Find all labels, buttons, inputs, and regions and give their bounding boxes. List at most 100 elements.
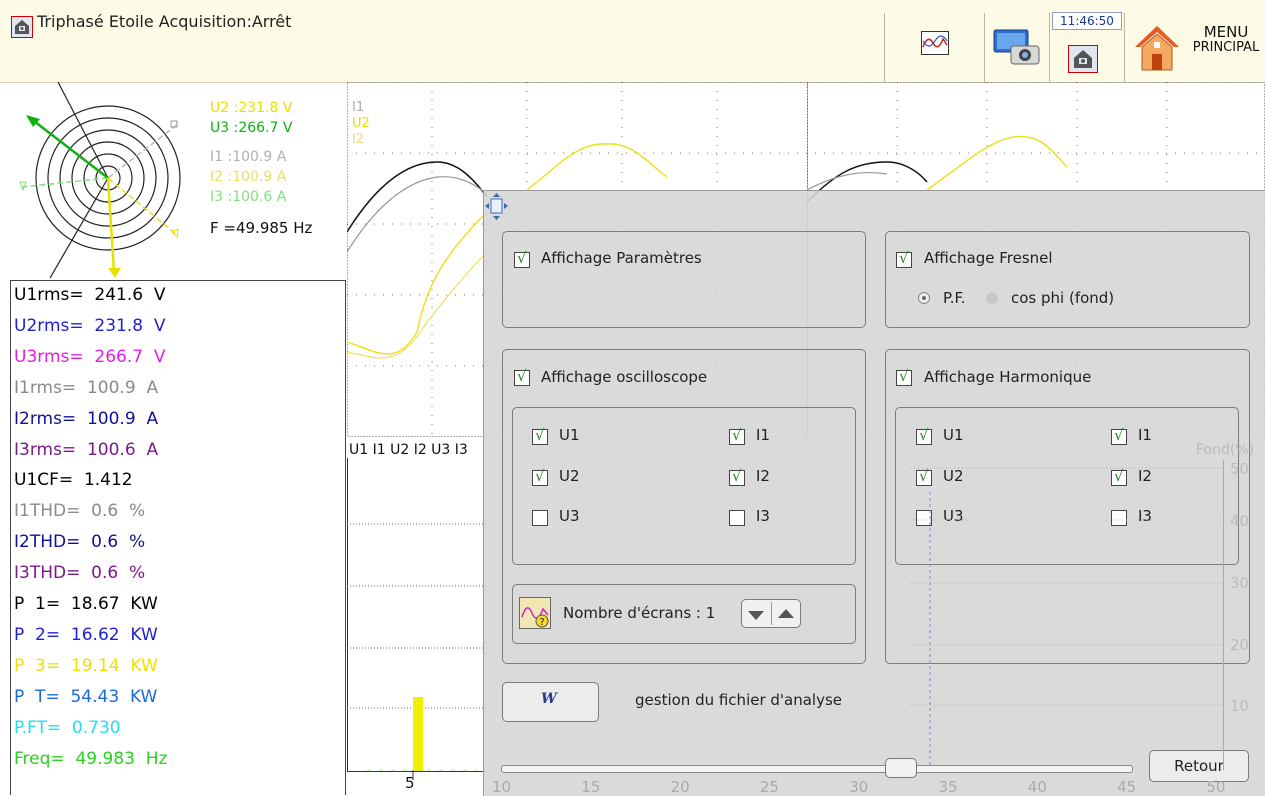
param-row: P 2= 16.62 KW [14,624,158,645]
move-handle-icon[interactable] [484,191,514,223]
scope-i2-checkbox[interactable]: √ [729,467,745,486]
harmonics-scale-tick: 30 [849,778,869,796]
harm-display-checkbox[interactable]: √ [896,367,912,386]
harmonics-scale-tick: 10 [492,778,512,796]
harmonics-scale-tick: 40 [1027,778,1047,796]
harmonics-fond-label: Fond(%) [1196,442,1255,458]
clock: 11:46:50 [1052,12,1122,30]
pf-radio[interactable] [918,292,930,304]
scope-i3-label: I3 [756,507,770,525]
screens-stepper[interactable] [741,599,801,628]
fresnel-u2-value: U2 :231.8 V [210,100,293,116]
harmonics-scale-tick: 45 [1117,778,1137,796]
camera-icon [993,29,1040,65]
scope-u2-checkbox[interactable]: √ [532,467,548,486]
param-row: P T= 54.43 KW [14,686,158,707]
checkmark-icon: √ [517,249,527,267]
harmonics-x-tick: 5 [405,774,415,792]
checkmark-icon: √ [535,426,545,444]
oscilloscope-button[interactable] [884,13,984,82]
main-menu-label: MENU PRINCIPAL [1192,23,1260,56]
param-row: I2rms= 100.9 A [14,408,159,429]
params-display-label: Affichage Paramètres [541,249,702,267]
checkmark-icon: √ [517,367,527,385]
decrease-icon[interactable] [748,611,764,620]
param-row: P 3= 19.14 KW [14,655,158,676]
harmonics-scale-tick: 15 [581,778,601,796]
fresnel-diagram: U2 :231.8 V U3 :266.7 V I1 :100.9 A I2 :… [0,82,347,278]
harmonics-y-tick: 20 [1230,636,1250,654]
harmonics-y-tick: 30 [1230,574,1250,592]
fresnel-i1-value: I1 :100.9 A [210,149,287,165]
screenshot-button[interactable] [984,13,1049,82]
checkmark-icon: √ [732,467,742,485]
acquisition-icon[interactable] [11,16,33,38]
pf-label: P.F. [943,289,966,307]
cosphi-radio[interactable] [986,292,998,304]
top-bar: Triphasé Etoile Acquisition:Arrêt 11:46:… [0,0,1265,83]
param-row: U2rms= 231.8 V [14,315,166,336]
scope-u1-label: U1 [559,426,580,444]
param-row: P.FT= 0.730 [14,717,121,738]
harmonic-bar [413,697,423,771]
param-row: I1THD= 0.6 % [14,501,146,522]
harmonics-scale-tick: 25 [759,778,779,796]
scope-u1-checkbox[interactable]: √ [532,426,548,445]
scope-legend-i2: I2 [352,132,365,147]
parameters-panel: U1rms= 241.6 V U2rms= 231.8 V U3rms= 266.7… [10,280,346,795]
param-row: U3rms= 266.7 V [14,346,166,367]
param-row: I1rms= 100.9 A [14,377,159,398]
acquisition-mode-icon [1068,45,1098,73]
checkmark-icon: √ [899,367,909,385]
param-row: I2THD= 0.6 % [14,532,146,553]
harmonics-scale-tick: 35 [938,778,958,796]
harm-display-label: Affichage Harmonique [924,368,1092,386]
params-display-group [502,231,866,328]
scope-display-checkbox[interactable]: √ [514,367,530,386]
fresnel-u3-value: U3 :266.7 V [210,120,293,136]
scope-i1-label: I1 [756,426,770,444]
params-display-checkbox[interactable]: √ [514,249,530,268]
param-row: I3THD= 0.6 % [14,563,146,584]
file-management-button[interactable]: W [502,682,599,722]
scope-display-label: Affichage oscilloscope [541,368,708,386]
scope-legend-u2: U2 [352,116,370,131]
fresnel-i3-value: I3 :100.6 A [210,189,287,205]
checkmark-icon: √ [535,467,545,485]
scope-u3-checkbox[interactable] [532,510,548,526]
file-analysis-icon: W [541,691,557,707]
scope-u3-label: U3 [559,507,580,525]
scope-legend-i1: I1 [352,100,365,115]
param-row: I3rms= 100.6 A [14,439,159,460]
fresnel-display-checkbox[interactable]: √ [896,249,912,268]
scope-i1-checkbox[interactable]: √ [729,426,745,445]
harmonics-y-tick: 50 [1230,460,1250,478]
scope-legend: I1 U2 I2 [352,100,370,148]
harmonics-scale-tick: 20 [670,778,690,796]
harmonics-scale-tick: 50 [1206,778,1226,796]
harmonics-y-tick: 10 [1230,697,1250,715]
scope-i3-checkbox[interactable] [729,510,745,526]
checkmark-icon: √ [732,426,742,444]
param-row: P 1= 18.67 KW [14,594,158,614]
harmonics-y-tick: 40 [1230,512,1250,530]
stepper-divider [771,602,772,625]
harmonics-legend: U1 I1 U2 I2 U3 I3 [349,442,468,458]
increase-icon[interactable] [778,609,794,618]
file-management-label: gestion du fichier d'analyse [635,691,843,709]
fresnel-frequency: F =49.985 Hz [210,219,313,237]
fresnel-display-label: Affichage Fresnel [924,249,1053,267]
screens-help-icon[interactable]: ? [519,597,551,629]
screens-count-label: Nombre d'écrans : 1 [563,604,716,622]
checkmark-icon: √ [899,249,909,267]
fresnel-graph [19,82,181,278]
param-row: U1CF= 1.412 [14,470,133,491]
scope-u2-label: U2 [559,467,580,485]
home-icon [1135,26,1179,71]
window-title: Triphasé Etoile Acquisition:Arrêt [37,12,292,31]
fresnel-display-group [885,231,1250,328]
harmonics-graph-overlay [910,460,1224,770]
fresnel-i2-value: I2 :100.9 A [210,169,287,185]
oscilloscope-icon [921,31,949,55]
scope-i2-label: I2 [756,467,770,485]
